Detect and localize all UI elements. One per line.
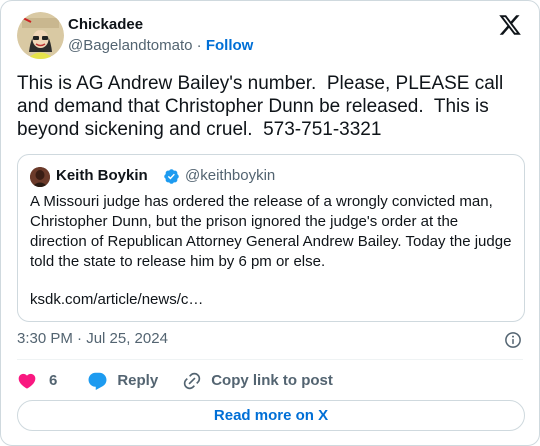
link-icon bbox=[184, 372, 201, 390]
copy-link-label: Copy link to post bbox=[211, 372, 333, 389]
author-name[interactable]: Chickadee bbox=[68, 15, 143, 35]
follow-button[interactable]: Follow bbox=[206, 37, 254, 54]
tweet-timestamp[interactable]: 3:30 PM · Jul 25, 2024 bbox=[17, 329, 168, 349]
quoted-author-avatar bbox=[30, 167, 50, 187]
reply-button[interactable]: Reply bbox=[87, 371, 182, 392]
quoted-author-name: Keith Boykin bbox=[56, 167, 148, 184]
meta-separator: · bbox=[196, 37, 202, 54]
author-handle[interactable]: @Bagelandtomato bbox=[68, 37, 192, 54]
like-count: 6 bbox=[49, 372, 58, 389]
quoted-tweet[interactable]: Keith Boykin @keithboykin A Missouri jud… bbox=[17, 154, 525, 322]
heart-icon bbox=[18, 373, 36, 389]
quoted-author-handle: @keithboykin bbox=[185, 167, 276, 184]
quoted-tweet-text: A Missouri judge has ordered the release… bbox=[30, 193, 512, 270]
divider bbox=[17, 359, 523, 360]
author-avatar[interactable] bbox=[17, 12, 64, 59]
like-button[interactable]: 6 bbox=[17, 371, 87, 391]
read-more-button[interactable]: Read more on X bbox=[17, 400, 525, 431]
quoted-tweet-link[interactable]: ksdk.com/article/news/c… bbox=[30, 290, 203, 310]
copy-link-button[interactable]: Copy link to post bbox=[182, 371, 333, 391]
author-meta: @Bagelandtomato · Follow bbox=[68, 36, 253, 56]
tweet-text: This is AG Andrew Bailey's number. Pleas… bbox=[17, 73, 509, 140]
tweet-card: Chickadee @Bagelandtomato · Follow This … bbox=[0, 0, 540, 446]
reply-label: Reply bbox=[117, 372, 159, 389]
action-bar: 6 Reply Copy link to post bbox=[17, 370, 333, 392]
info-icon[interactable] bbox=[504, 331, 522, 349]
portrait-avatar-icon bbox=[30, 167, 50, 187]
cartoon-avatar-icon bbox=[17, 12, 64, 59]
verified-badge-icon bbox=[164, 169, 179, 184]
chat-bubble-icon bbox=[88, 372, 107, 390]
x-logo-icon[interactable] bbox=[498, 13, 522, 37]
